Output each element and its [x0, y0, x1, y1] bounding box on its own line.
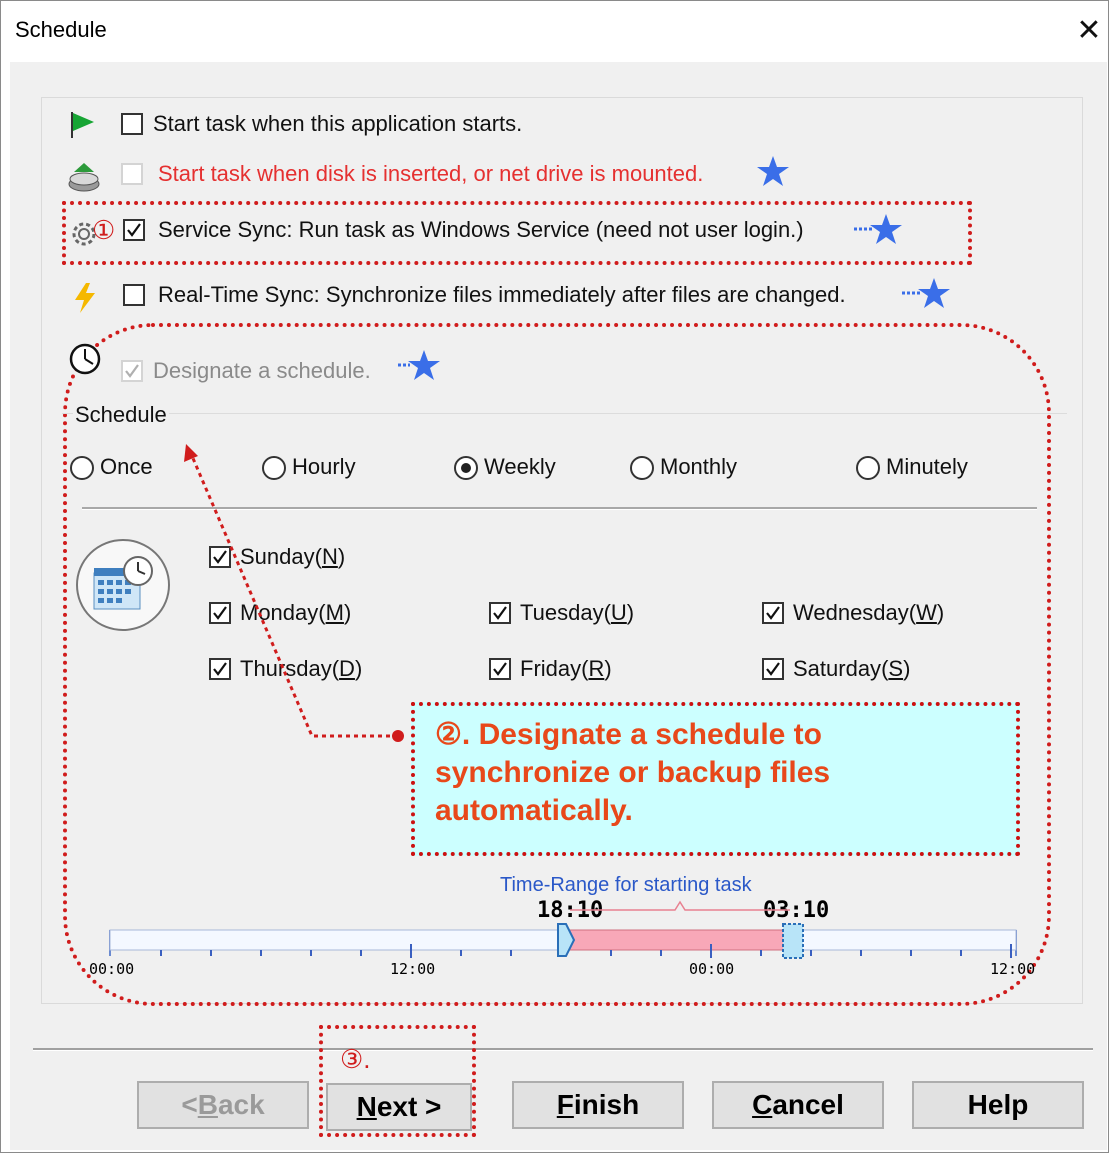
callout-text: ②. Designate a schedule to synchronize o…	[435, 718, 831, 827]
disk-drive-icon	[68, 163, 100, 192]
step-three-marker: ③.	[340, 1044, 371, 1074]
calendar-icon	[76, 539, 170, 631]
start-on-disk-label: Start task when disk is inserted, or net…	[158, 161, 704, 186]
help-button[interactable]: Help	[912, 1081, 1084, 1129]
radio-once[interactable]	[70, 456, 94, 480]
time-range-slider[interactable]	[100, 896, 1030, 976]
tick-label: 00:00	[89, 960, 135, 978]
start-on-app-checkbox[interactable]	[121, 113, 143, 135]
annotation-arrow	[184, 444, 404, 742]
finish-button[interactable]: Finish	[512, 1081, 684, 1129]
check-icon	[493, 606, 507, 620]
service-sync-label: Service Sync: Run task as Windows Servic…	[158, 217, 804, 242]
next-button[interactable]: Next >	[326, 1083, 472, 1131]
check-icon	[127, 223, 141, 237]
service-sync-checkbox[interactable]	[123, 219, 145, 241]
close-icon[interactable]: ✕	[1072, 14, 1106, 48]
title-bar: Schedule	[1, 1, 1108, 61]
day-label-tuesday: Tuesday(U)	[520, 600, 635, 625]
check-icon	[766, 606, 780, 620]
day-checkbox-tuesday[interactable]	[489, 602, 511, 624]
check-icon	[493, 662, 507, 676]
day-checkbox-saturday[interactable]	[762, 658, 784, 680]
designate-schedule-label: Designate a schedule.	[153, 358, 371, 383]
tick-label: 00:00	[689, 960, 735, 978]
check-icon	[766, 662, 780, 676]
radio-once-label: Once	[100, 454, 153, 479]
radio-weekly[interactable]	[454, 456, 478, 480]
check-icon	[125, 364, 139, 378]
day-checkbox-friday[interactable]	[489, 658, 511, 680]
designate-schedule-checkbox[interactable]	[121, 360, 143, 382]
radio-minutely-label: Minutely	[886, 454, 968, 479]
tick-label: 12:00	[990, 960, 1036, 978]
radio-minutely[interactable]	[856, 456, 880, 480]
time-range-title: Time-Range for starting task	[500, 874, 752, 896]
day-label-saturday: Saturday(S)	[793, 656, 911, 681]
lightning-icon	[75, 283, 95, 313]
window-title: Schedule	[15, 17, 107, 42]
annotation-callout: ②. Designate a schedule to synchronize o…	[411, 702, 1020, 856]
radio-monthly-label: Monthly	[660, 454, 738, 479]
day-label-wednesday: Wednesday(W)	[793, 600, 945, 625]
button-separator	[33, 1048, 1093, 1051]
back-button[interactable]: <Back	[137, 1081, 309, 1129]
schedule-group-label: Schedule	[73, 402, 169, 428]
cancel-button[interactable]: Cancel	[712, 1081, 884, 1129]
realtime-sync-label: Real-Time Sync: Synchronize files immedi…	[158, 282, 846, 307]
premium-star-icon	[854, 214, 902, 244]
flag-icon	[71, 112, 94, 138]
schedule-group-border	[62, 413, 1067, 416]
premium-star-icon	[902, 278, 950, 308]
realtime-sync-checkbox[interactable]	[123, 284, 145, 306]
premium-star-icon	[757, 156, 789, 186]
clock-icon	[69, 343, 101, 375]
premium-star-icon	[398, 350, 440, 380]
step-one-marker: ①	[92, 215, 116, 245]
radio-monthly[interactable]	[630, 456, 654, 480]
radio-weekly-label: Weekly	[484, 454, 556, 479]
day-checkbox-wednesday[interactable]	[762, 602, 784, 624]
tick-label: 12:00	[390, 960, 436, 978]
start-on-app-label: Start task when this application starts.	[153, 111, 523, 136]
start-on-disk-checkbox[interactable]	[121, 163, 143, 185]
day-label-friday: Friday(R)	[520, 656, 612, 681]
